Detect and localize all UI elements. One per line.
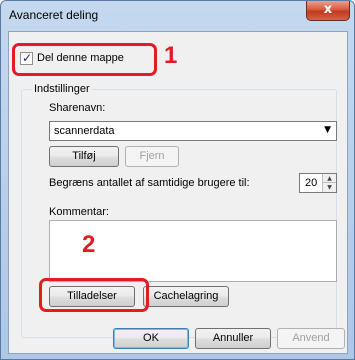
callout-box-2 <box>39 278 149 312</box>
comment-label: Kommentar: <box>49 206 109 218</box>
add-button[interactable]: Tilføj <box>49 146 119 167</box>
callout-box-1 <box>12 43 157 76</box>
remove-button[interactable]: Fjern <box>125 146 179 167</box>
user-limit-value: 20 <box>305 177 318 189</box>
user-limit-label: Begræns antallet af samtidige brugere ti… <box>49 177 250 189</box>
sharename-combobox[interactable]: scannerdata ▼ <box>49 121 337 141</box>
callout-number-1: 1 <box>164 42 178 69</box>
settings-group-label: Indstillinger <box>32 83 92 95</box>
user-limit-spinner[interactable]: 20 ▲ ▼ <box>299 173 337 193</box>
spin-buttons: ▲ ▼ <box>322 174 336 192</box>
caching-button[interactable]: Cachelagring <box>143 286 229 307</box>
cancel-button[interactable]: Annuller <box>195 328 271 349</box>
ok-button[interactable]: OK <box>113 328 189 349</box>
close-button[interactable]: x <box>306 1 350 21</box>
window-title: Avanceret deling <box>9 8 99 22</box>
chevron-down-icon[interactable]: ▼ <box>324 125 331 135</box>
apply-button[interactable]: Anvend <box>277 328 345 349</box>
title-bar[interactable]: Avanceret deling x <box>1 1 354 29</box>
spin-down-icon[interactable]: ▼ <box>323 183 336 192</box>
sharename-label: Sharenavn: <box>49 102 106 114</box>
sharename-value: scannerdata <box>54 125 115 137</box>
dialog-window: Avanceret deling x ✓ Del denne mappe Ind… <box>0 0 355 360</box>
spin-up-icon[interactable]: ▲ <box>323 174 336 183</box>
close-icon: x <box>323 2 333 17</box>
callout-number-2: 2 <box>82 231 96 258</box>
